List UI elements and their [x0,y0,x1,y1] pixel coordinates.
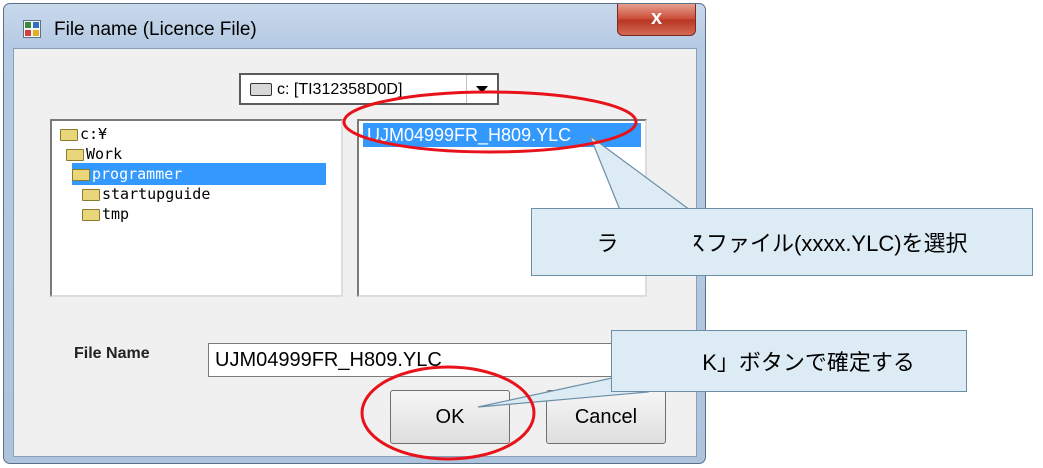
cancel-button[interactable]: Cancel [546,390,666,444]
drive-icon [250,83,272,96]
directory-label: c:¥ [80,125,108,143]
chevron-down-icon[interactable] [466,75,497,103]
window-title: File name (Licence File) [54,19,257,40]
drive-select-value: c: [TI312358D0D] [277,81,403,98]
folder-icon [82,188,100,201]
directory-label: programmer [92,165,183,183]
directory-label: tmp [102,205,130,223]
folder-icon [82,208,100,221]
ok-button[interactable]: OK [390,390,510,444]
callout-select-file: ライセンスファイル(xxxx.YLC)を選択 [531,208,1033,276]
directory-item-tmp[interactable]: tmp [82,203,133,225]
directory-item-work[interactable]: Work [66,143,126,165]
directory-list[interactable]: c:¥ Work programmer startupguide tmp [50,119,343,297]
open-folder-icon [60,128,78,141]
app-icon [23,20,41,38]
title-bar[interactable]: File name (Licence File) x [4,4,705,52]
drive-select[interactable]: c: [TI312358D0D] [239,73,499,105]
directory-item-startupguide[interactable]: startupguide [82,183,214,205]
directory-label: startupguide [102,185,211,203]
open-folder-icon [66,148,84,161]
file-item-ylc[interactable]: UJM04999FR_H809.YLC [363,123,641,147]
directory-item-root[interactable]: c:¥ [60,123,111,145]
open-folder-icon [72,168,90,181]
file-name-input[interactable] [208,343,648,377]
callout-confirm-ok: 「OK」ボタンで確定する [611,330,967,392]
directory-item-programmer[interactable]: programmer [72,163,326,185]
file-name-label: File Name [74,345,150,362]
close-button[interactable]: x [617,4,696,36]
directory-label: Work [86,145,123,163]
